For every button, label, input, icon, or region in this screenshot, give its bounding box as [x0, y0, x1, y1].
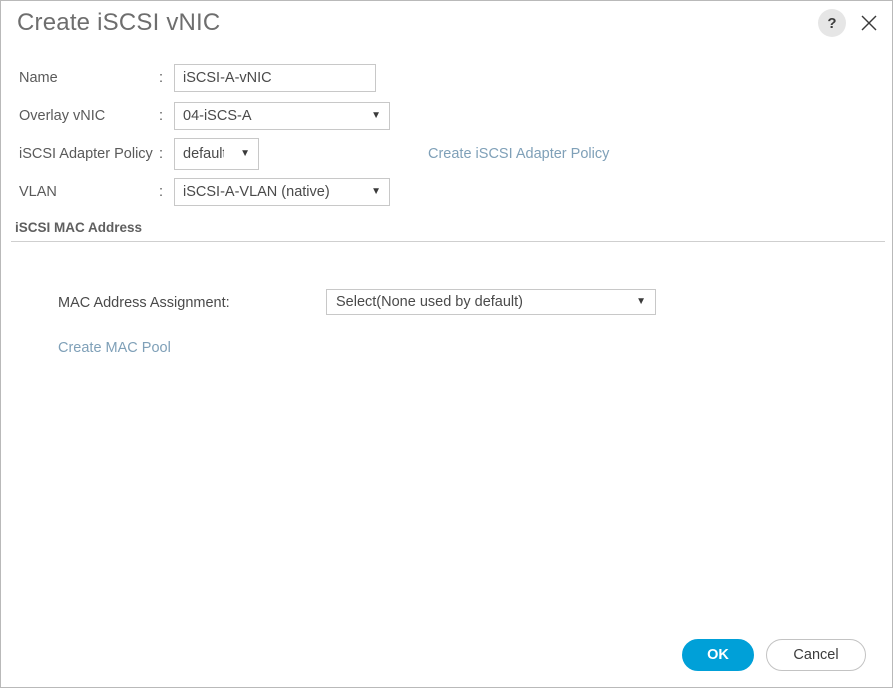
iscsi-adapter-policy-select[interactable]: default ▼: [174, 138, 259, 170]
mac-address-assignment-select[interactable]: Select(None used by default) ▼: [326, 289, 656, 315]
close-button[interactable]: [856, 10, 882, 36]
close-icon: [861, 15, 877, 31]
dialog-header: Create iSCSI vNIC ?: [1, 1, 892, 49]
ok-button[interactable]: OK: [682, 639, 754, 671]
form-row-iscsi-adapter-policy: iSCSI Adapter Policy : default ▼ Create …: [1, 135, 892, 173]
vlan-colon: :: [159, 184, 164, 200]
iscsi-adapter-policy-colon: :: [159, 146, 164, 162]
iscsi-mac-address-section-title: iSCSI MAC Address: [15, 220, 143, 235]
iscsi-adapter-policy-value: default: [183, 146, 225, 162]
name-label: Name: [19, 70, 58, 86]
create-iscsi-adapter-policy-link[interactable]: Create iSCSI Adapter Policy: [428, 146, 609, 162]
header-actions: ?: [818, 9, 882, 37]
overlay-vnic-colon: :: [159, 108, 164, 124]
page-title: Create iSCSI vNIC: [17, 9, 221, 36]
vlan-label: VLAN: [19, 184, 57, 200]
chevron-down-icon: ▼: [636, 296, 646, 307]
iscsi-adapter-policy-label: iSCSI Adapter Policy: [19, 146, 153, 162]
vlan-select[interactable]: iSCSI-A-VLAN (native) ▼: [174, 178, 390, 206]
overlay-vnic-value: 04-iSCS-A: [183, 108, 252, 124]
create-iscsi-vnic-dialog: Create iSCSI vNIC ? Name : iSCSI-A-vNIC: [0, 0, 893, 688]
vlan-value: iSCSI-A-VLAN (native): [183, 184, 330, 200]
chevron-down-icon: ▼: [240, 148, 250, 159]
chevron-down-icon: ▼: [371, 110, 381, 121]
help-button[interactable]: ?: [818, 9, 846, 37]
chevron-down-icon: ▼: [371, 186, 381, 197]
create-mac-pool-link[interactable]: Create MAC Pool: [58, 340, 171, 356]
form-row-name: Name : iSCSI-A-vNIC: [1, 59, 892, 97]
form-fields: Name : iSCSI-A-vNIC Overlay vNIC : 04-iS…: [1, 59, 892, 211]
name-input-value: iSCSI-A-vNIC: [183, 70, 272, 86]
dialog-footer: OK Cancel: [682, 639, 866, 671]
section-divider: [11, 241, 885, 242]
overlay-vnic-select[interactable]: 04-iSCS-A ▼: [174, 102, 390, 130]
form-row-vlan: VLAN : iSCSI-A-VLAN (native) ▼: [1, 173, 892, 211]
name-input[interactable]: iSCSI-A-vNIC: [174, 64, 376, 92]
form-row-overlay-vnic: Overlay vNIC : 04-iSCS-A ▼: [1, 97, 892, 135]
name-colon: :: [159, 70, 164, 86]
question-mark-icon: ?: [827, 14, 837, 32]
mac-address-assignment-value: Select(None used by default): [336, 294, 523, 310]
cancel-button[interactable]: Cancel: [766, 639, 866, 671]
overlay-vnic-label: Overlay vNIC: [19, 108, 106, 124]
mac-address-assignment-label: MAC Address Assignment:: [58, 295, 230, 311]
